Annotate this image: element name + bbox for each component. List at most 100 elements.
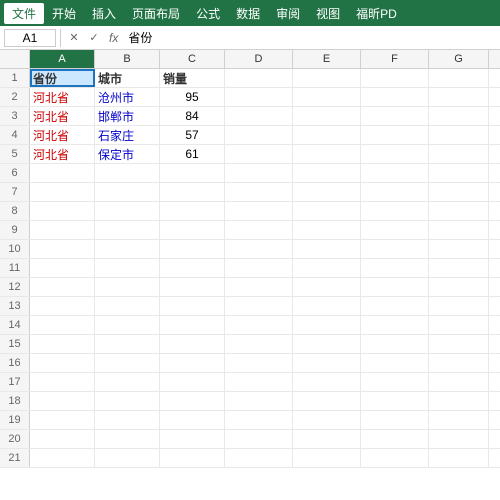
cell[interactable]: [293, 259, 361, 277]
cell[interactable]: 57: [160, 126, 225, 144]
cell[interactable]: [361, 145, 429, 163]
cell[interactable]: [30, 240, 95, 258]
cell[interactable]: [30, 449, 95, 467]
cell[interactable]: [30, 316, 95, 334]
cell[interactable]: [293, 335, 361, 353]
cell[interactable]: [429, 221, 489, 239]
cell[interactable]: [361, 164, 429, 182]
cell[interactable]: [225, 69, 293, 87]
cell[interactable]: [160, 392, 225, 410]
cell[interactable]: [361, 240, 429, 258]
cell[interactable]: [225, 392, 293, 410]
cell[interactable]: [95, 430, 160, 448]
col-header-d[interactable]: D: [225, 50, 293, 68]
row-header[interactable]: 19: [0, 411, 30, 429]
cell[interactable]: [429, 183, 489, 201]
cell[interactable]: [293, 373, 361, 391]
cell[interactable]: [95, 164, 160, 182]
menu-item-start[interactable]: 开始: [44, 3, 84, 24]
menu-item-foxit[interactable]: 福昕PD: [348, 3, 405, 24]
cell[interactable]: [361, 259, 429, 277]
cell[interactable]: [293, 240, 361, 258]
cell[interactable]: [95, 335, 160, 353]
cell[interactable]: [361, 392, 429, 410]
cell[interactable]: [429, 392, 489, 410]
cell[interactable]: [293, 145, 361, 163]
cell[interactable]: [225, 278, 293, 296]
cell[interactable]: [361, 411, 429, 429]
cell[interactable]: [293, 107, 361, 125]
cell[interactable]: [361, 449, 429, 467]
cell[interactable]: [225, 449, 293, 467]
cell[interactable]: [225, 88, 293, 106]
row-header[interactable]: 12: [0, 278, 30, 296]
cell[interactable]: [225, 354, 293, 372]
cell[interactable]: [160, 164, 225, 182]
cell[interactable]: [95, 392, 160, 410]
menu-item-data[interactable]: 数据: [228, 3, 268, 24]
col-header-f[interactable]: F: [361, 50, 429, 68]
cell[interactable]: [429, 88, 489, 106]
cell[interactable]: [30, 183, 95, 201]
cell[interactable]: [361, 335, 429, 353]
cell[interactable]: [293, 126, 361, 144]
row-header[interactable]: 21: [0, 449, 30, 467]
col-header-e[interactable]: E: [293, 50, 361, 68]
row-header[interactable]: 1: [0, 69, 30, 87]
cell[interactable]: [95, 183, 160, 201]
cell-reference-input[interactable]: [4, 29, 56, 47]
row-header[interactable]: 10: [0, 240, 30, 258]
row-header[interactable]: 3: [0, 107, 30, 125]
cell[interactable]: [429, 126, 489, 144]
cell[interactable]: [429, 202, 489, 220]
cell[interactable]: [293, 354, 361, 372]
cell[interactable]: 沧州市: [95, 88, 160, 106]
cell[interactable]: [160, 316, 225, 334]
cell[interactable]: 销量: [160, 69, 225, 87]
cell[interactable]: [95, 221, 160, 239]
cell[interactable]: [293, 202, 361, 220]
cell[interactable]: [429, 145, 489, 163]
row-header[interactable]: 20: [0, 430, 30, 448]
cell[interactable]: [429, 240, 489, 258]
cell[interactable]: 84: [160, 107, 225, 125]
cell[interactable]: [225, 202, 293, 220]
cell[interactable]: [361, 183, 429, 201]
cell[interactable]: [160, 354, 225, 372]
cell[interactable]: 河北省: [30, 145, 95, 163]
cell[interactable]: [95, 259, 160, 277]
cell[interactable]: [361, 373, 429, 391]
col-header-b[interactable]: B: [95, 50, 160, 68]
cell[interactable]: [293, 297, 361, 315]
cell[interactable]: [361, 69, 429, 87]
cell[interactable]: 省份: [30, 69, 95, 87]
cell[interactable]: [293, 88, 361, 106]
cell[interactable]: [95, 297, 160, 315]
row-header[interactable]: 15: [0, 335, 30, 353]
row-header[interactable]: 8: [0, 202, 30, 220]
cell[interactable]: [225, 183, 293, 201]
row-header[interactable]: 9: [0, 221, 30, 239]
cell[interactable]: [293, 221, 361, 239]
cell[interactable]: 河北省: [30, 88, 95, 106]
col-header-c[interactable]: C: [160, 50, 225, 68]
cell[interactable]: [293, 69, 361, 87]
cell[interactable]: [225, 297, 293, 315]
cell[interactable]: [95, 373, 160, 391]
cell[interactable]: [30, 278, 95, 296]
cell[interactable]: 保定市: [95, 145, 160, 163]
cell[interactable]: [30, 297, 95, 315]
cell[interactable]: [30, 335, 95, 353]
cell[interactable]: [160, 278, 225, 296]
row-header[interactable]: 4: [0, 126, 30, 144]
cell[interactable]: [225, 164, 293, 182]
cell[interactable]: [293, 164, 361, 182]
row-header[interactable]: 7: [0, 183, 30, 201]
cell[interactable]: [429, 430, 489, 448]
cell[interactable]: [30, 354, 95, 372]
cell[interactable]: 石家庄: [95, 126, 160, 144]
col-header-g[interactable]: G: [429, 50, 489, 68]
row-header[interactable]: 18: [0, 392, 30, 410]
cell[interactable]: [160, 335, 225, 353]
col-header-a[interactable]: A: [30, 50, 95, 68]
